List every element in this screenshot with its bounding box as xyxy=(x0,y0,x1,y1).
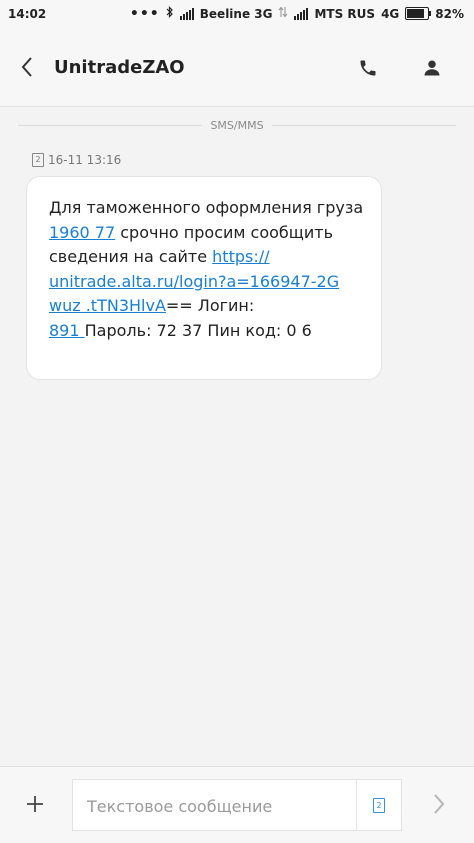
contact-title: UnitradeZAO xyxy=(54,57,185,78)
status-bar: 14:02 ••• Beeline 3G MTS RUS 4G 82% xyxy=(0,0,474,30)
compose-bar: 2 xyxy=(0,766,474,843)
send-chevron-icon xyxy=(432,793,446,819)
signal-strength-1-icon xyxy=(179,7,194,20)
add-attachment-button[interactable] xyxy=(20,791,50,821)
login-number-link[interactable]: 891 xyxy=(49,321,85,340)
carrier-2-label: MTS RUS xyxy=(314,6,376,21)
message-input[interactable] xyxy=(85,780,357,832)
contact-person-icon xyxy=(422,58,442,82)
contact-button[interactable] xyxy=(416,54,448,86)
message-text: Для таможенного оформления груза 1960 77… xyxy=(49,198,364,340)
status-indicators: ••• Beeline 3G MTS RUS 4G 82% xyxy=(130,6,464,21)
message-input-box: 2 xyxy=(72,779,402,832)
sim-card-icon: 2 xyxy=(32,153,44,167)
cargo-number-link[interactable]: 1960 77 xyxy=(49,223,115,242)
plus-icon xyxy=(25,794,45,818)
message-meta: 2 16-11 13:16 xyxy=(32,153,121,167)
send-button[interactable] xyxy=(424,791,454,821)
message-type-label: SMS/MMS xyxy=(210,118,264,132)
sim-select-button[interactable]: 2 xyxy=(356,780,401,830)
data-transfer-icon xyxy=(278,6,288,21)
battery-icon xyxy=(405,7,432,20)
back-button[interactable] xyxy=(12,54,42,84)
bluetooth-icon xyxy=(166,6,174,21)
carrier-1-label: Beeline 3G xyxy=(199,6,273,21)
status-time: 14:02 xyxy=(8,7,47,21)
phone-icon xyxy=(358,58,378,82)
battery-percent: 82% xyxy=(435,6,464,21)
message-type-divider: SMS/MMS xyxy=(18,118,457,132)
more-notifications-icon: ••• xyxy=(129,5,160,22)
signal-strength-2-icon xyxy=(294,7,309,20)
network-type-label: 4G xyxy=(381,6,400,21)
conversation-header: UnitradeZAO xyxy=(0,30,474,107)
message-bubble[interactable]: Для таможенного оформления груза 1960 77… xyxy=(26,176,382,380)
call-button[interactable] xyxy=(352,54,384,86)
back-arrow-icon xyxy=(20,56,34,82)
sim-card-icon: 2 xyxy=(373,797,385,813)
message-timestamp: 16-11 13:16 xyxy=(48,153,122,167)
